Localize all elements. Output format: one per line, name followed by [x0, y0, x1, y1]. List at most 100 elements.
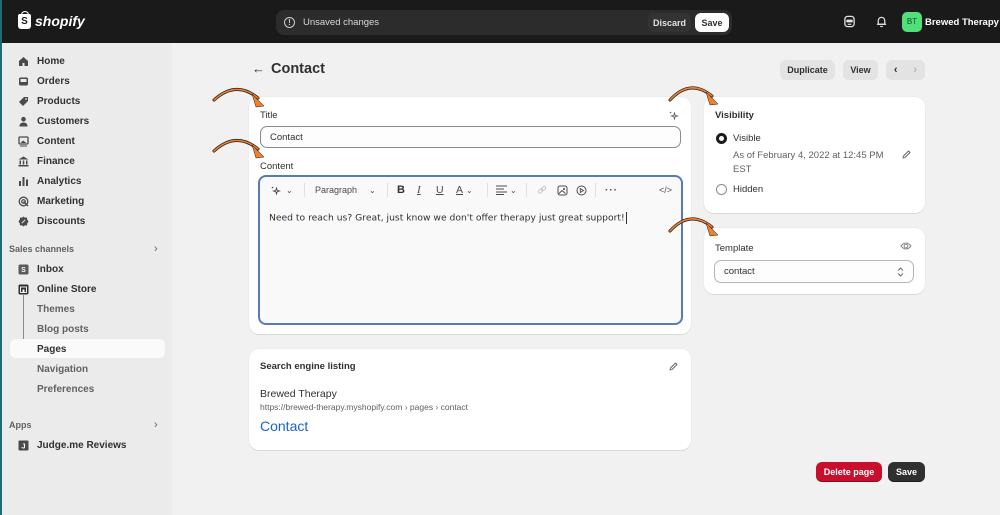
- sidebar-item-label: Orders: [37, 75, 70, 87]
- chevron-right-icon[interactable]: ›: [154, 243, 158, 255]
- sidebar-item-label: Online Store: [37, 283, 97, 295]
- back-arrow-icon[interactable]: ←: [252, 61, 265, 76]
- pencil-icon[interactable]: [668, 362, 678, 372]
- annotation-arrow-content: [212, 139, 265, 159]
- sidebar-item-home[interactable]: Home: [18, 52, 65, 70]
- play-circle-icon: [576, 185, 587, 195]
- toolbar-divider: [387, 183, 388, 197]
- sidebar-item-orders[interactable]: Orders: [18, 72, 70, 90]
- sidebar-item-finance[interactable]: Finance: [18, 152, 75, 170]
- template-select-value: contact: [724, 266, 755, 277]
- sidebar-item-label: Judge.me Reviews: [37, 439, 127, 451]
- sidebar-subitem-navigation[interactable]: Navigation: [37, 364, 88, 375]
- sidebar-item-analytics[interactable]: Analytics: [18, 172, 81, 190]
- hidden-radio-label[interactable]: Hidden: [733, 184, 763, 195]
- home-icon: [18, 56, 29, 67]
- template-select[interactable]: contact: [714, 260, 914, 283]
- seo-page-title-link[interactable]: Contact: [260, 418, 308, 434]
- insert-image-button[interactable]: [557, 183, 568, 197]
- visible-since-timezone: EST: [733, 164, 752, 175]
- store-avatar[interactable]: BT: [902, 12, 922, 32]
- unsaved-message: Unsaved changes: [303, 17, 380, 28]
- sidebar-item-label: Inbox: [37, 263, 64, 275]
- sidebar-subitem-themes[interactable]: Themes: [37, 304, 75, 315]
- text-color-button[interactable]: A ⌄: [456, 183, 473, 197]
- chevron-right-icon[interactable]: ›: [154, 419, 158, 431]
- italic-button[interactable]: I: [417, 183, 421, 197]
- rich-text-editor[interactable]: ⌄ Paragraph ⌄ B I U A ⌄ ⌄ ··· </> Need t…: [258, 175, 683, 325]
- delete-page-button[interactable]: Delete page: [816, 462, 882, 482]
- format-select[interactable]: Paragraph ⌄: [315, 183, 376, 197]
- store-icon: [18, 284, 29, 295]
- tag-icon: [18, 96, 29, 107]
- ai-generate-button[interactable]: ⌄: [270, 183, 293, 197]
- sidebar-item-label: Customers: [37, 115, 90, 127]
- shopify-bag-icon: S: [18, 10, 31, 29]
- more-options-button[interactable]: ···: [605, 183, 618, 197]
- judgeme-icon: J: [18, 440, 29, 451]
- sidebar-item-discounts[interactable]: Discounts: [18, 212, 85, 230]
- sidebar-item-label: Discounts: [37, 215, 86, 227]
- image-icon: [557, 185, 568, 195]
- sidebar-item-products[interactable]: Products: [18, 92, 80, 110]
- chevron-down-icon: ⌄: [286, 185, 293, 195]
- sidebar-item-label: Analytics: [37, 175, 82, 187]
- sidebar-subitem-blog-posts[interactable]: Blog posts: [37, 324, 89, 335]
- save-button[interactable]: Save: [888, 462, 925, 482]
- seo-url: https://brewed-therapy.myshopify.com › p…: [260, 402, 469, 412]
- sidebar-item-online-store[interactable]: Online Store: [18, 280, 96, 298]
- sidebar-item-judgeme-reviews[interactable]: J Judge.me Reviews: [18, 436, 126, 454]
- sidebar: Home Orders Products Customers Content F…: [0, 43, 172, 515]
- format-select-value: Paragraph: [315, 185, 358, 195]
- bell-icon[interactable]: [875, 15, 888, 28]
- sidebar-subitem-preferences[interactable]: Preferences: [37, 384, 94, 395]
- visible-since-date: As of February 4, 2022 at 12:45 PM: [733, 150, 884, 161]
- toolbar-divider: [595, 183, 596, 197]
- page-title: Contact: [271, 61, 325, 77]
- previous-page-button[interactable]: ‹: [886, 60, 906, 80]
- sidebar-subitem-pages[interactable]: Pages: [37, 344, 66, 355]
- visible-radio[interactable]: [716, 133, 727, 144]
- sidebar-item-content[interactable]: Content: [18, 132, 75, 150]
- content-label: Content: [260, 161, 294, 172]
- insert-link-button[interactable]: [537, 183, 547, 197]
- text-cursor: [625, 212, 627, 224]
- apps-label[interactable]: Apps: [9, 420, 32, 430]
- visible-radio-label[interactable]: Visible: [733, 133, 761, 144]
- page-pagination: ‹ ›: [886, 60, 925, 80]
- shopify-logo[interactable]: S shopify: [18, 10, 85, 29]
- toolbar-divider: [487, 183, 488, 197]
- view-button[interactable]: View: [843, 60, 878, 80]
- magic-sparkle-icon[interactable]: [668, 110, 679, 121]
- store-name[interactable]: Brewed Therapy: [925, 17, 999, 28]
- sidebar-item-inbox[interactable]: S Inbox: [18, 260, 64, 278]
- pencil-icon[interactable]: [901, 150, 911, 160]
- sidebar-item-label: Home: [37, 55, 65, 67]
- top-save-button[interactable]: Save: [695, 13, 729, 32]
- editor-content-text: Need to reach us? Great, just know we do…: [269, 212, 625, 224]
- duplicate-button[interactable]: Duplicate: [780, 60, 835, 80]
- sidebar-item-label: Products: [37, 95, 81, 107]
- toolbar-divider: [304, 183, 305, 197]
- top-bar: S shopify ! Unsaved changes Discard Save…: [0, 0, 1000, 43]
- show-html-button[interactable]: </>: [659, 183, 672, 197]
- unsaved-changes-bar: ! Unsaved changes Discard Save: [276, 10, 732, 35]
- align-left-icon: [496, 185, 507, 195]
- insert-video-button[interactable]: [576, 183, 587, 197]
- hidden-radio[interactable]: [716, 184, 727, 195]
- toolbar-divider: [526, 183, 527, 197]
- bank-icon: [18, 156, 29, 167]
- bold-button[interactable]: B: [397, 183, 405, 197]
- sales-channels-label[interactable]: Sales channels: [9, 244, 74, 254]
- align-button[interactable]: ⌄: [496, 183, 517, 197]
- eye-icon[interactable]: [900, 241, 912, 251]
- sidebar-item-marketing[interactable]: Marketing: [18, 192, 84, 210]
- seo-heading: Search engine listing: [260, 361, 356, 372]
- underline-button[interactable]: U: [436, 183, 444, 197]
- title-input[interactable]: Contact: [260, 126, 681, 148]
- discard-button[interactable]: Discard: [648, 13, 691, 32]
- editor-content[interactable]: Need to reach us? Great, just know we do…: [269, 212, 627, 224]
- sidebar-item-customers[interactable]: Customers: [18, 112, 89, 130]
- next-page-button[interactable]: ›: [906, 60, 926, 80]
- sidekick-icon[interactable]: [843, 15, 856, 28]
